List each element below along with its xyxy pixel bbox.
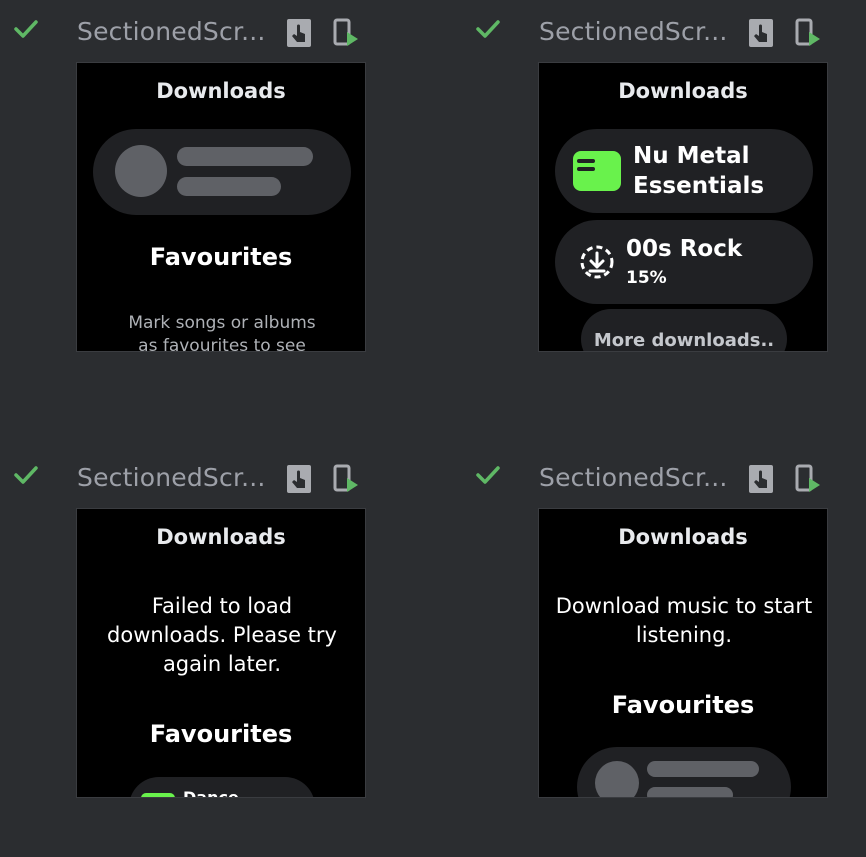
preview-name[interactable]: SectionedScr... <box>77 463 266 492</box>
empty-message: Download music to start listening. <box>555 594 813 647</box>
download-chip[interactable]: 00s Rock 15% <box>555 220 813 304</box>
preview-name[interactable]: SectionedScr... <box>539 463 728 492</box>
watch-screen: Downloads Nu Metal Essentials 00s Rock 1… <box>538 62 828 352</box>
download-title-line: Nu Metal <box>633 143 750 169</box>
placeholder-avatar <box>115 145 167 197</box>
placeholder-chip <box>93 129 351 215</box>
watch-screen: Downloads Failed to load downloads. Plea… <box>76 508 366 798</box>
screen-title: Downloads <box>156 79 286 103</box>
interactive-mode-icon[interactable] <box>746 463 776 495</box>
preview-name[interactable]: SectionedScr... <box>539 17 728 46</box>
check-icon <box>476 466 500 484</box>
favourites-heading: Favourites <box>149 720 293 748</box>
placeholder-avatar <box>595 761 639 797</box>
preview-header: SectionedScr... <box>462 0 866 64</box>
interactive-mode-icon[interactable] <box>746 17 776 49</box>
preview-cell-3: SectionedScr... Downloads Failed to load… <box>0 446 433 857</box>
check-icon <box>476 20 500 38</box>
preview-header: SectionedScr... <box>0 0 433 64</box>
favourite-title: Dance <box>183 788 239 798</box>
preview-header: SectionedScr... <box>0 446 433 510</box>
placeholder-line <box>647 761 759 777</box>
download-title: 00s Rock <box>626 236 743 262</box>
download-progress-icon <box>580 245 614 279</box>
preview-cell-4: SectionedScr... Downloads Download music… <box>462 446 866 857</box>
placeholder-line <box>177 177 281 196</box>
favourite-chip[interactable]: Dance <box>129 777 315 798</box>
screen-title: Downloads <box>618 79 748 103</box>
check-icon <box>14 20 38 38</box>
preview-cell-1: SectionedScr... Downloads Favourites Mar… <box>0 0 433 411</box>
download-title-line: Essentials <box>633 173 765 199</box>
favourites-message: Mark songs or albums as favourites to se… <box>128 313 316 352</box>
preview-header: SectionedScr... <box>462 446 866 510</box>
preview-name[interactable]: SectionedScr... <box>77 17 266 46</box>
download-chip[interactable]: Nu Metal Essentials <box>555 129 813 213</box>
download-title: Nu Metal Essentials <box>633 141 764 201</box>
interactive-mode-icon[interactable] <box>284 17 314 49</box>
album-icon <box>141 793 175 797</box>
error-message: Failed to load downloads. Please try aga… <box>107 594 337 676</box>
album-icon <box>573 151 621 191</box>
check-icon <box>14 466 38 484</box>
screen-title: Downloads <box>618 525 748 549</box>
watch-screen: Downloads Favourites Mark songs or album… <box>76 62 366 352</box>
run-on-device-icon[interactable] <box>331 17 361 49</box>
favourites-heading: Favourites <box>149 243 293 271</box>
preview-cell-2: SectionedScr... Downloads Nu Metal Essen… <box>462 0 866 411</box>
placeholder-line <box>647 787 733 797</box>
more-downloads-button[interactable]: More downloads.. <box>581 309 787 351</box>
interactive-mode-icon[interactable] <box>284 463 314 495</box>
run-on-device-icon[interactable] <box>331 463 361 495</box>
download-progress: 15% <box>626 268 667 288</box>
watch-screen: Downloads Download music to start listen… <box>538 508 828 798</box>
run-on-device-icon[interactable] <box>793 17 823 49</box>
screen-title: Downloads <box>156 525 286 549</box>
placeholder-chip <box>577 747 791 797</box>
favourites-heading: Favourites <box>611 691 755 719</box>
placeholder-line <box>177 147 313 166</box>
run-on-device-icon[interactable] <box>793 463 823 495</box>
